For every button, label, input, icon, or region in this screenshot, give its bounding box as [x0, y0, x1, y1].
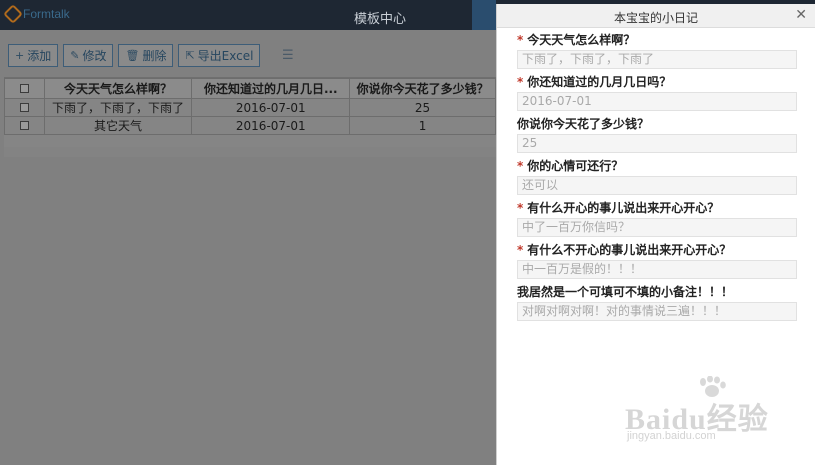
form-field-unhappy: * 有什么不开心的事儿说出来开心开心？ 中一百万是假的！！！ [517, 243, 797, 279]
required-marker: * [517, 75, 524, 89]
nav-active-tab[interactable] [472, 0, 496, 30]
trash-icon: 🗑 [125, 49, 140, 62]
row-select-cell[interactable] [4, 116, 45, 135]
field-label: * 你还知道过的几月几日吗？ [517, 75, 795, 90]
edit-button-label: 修改 [82, 49, 107, 63]
records-table: 今天天气怎么样啊？ 你还知道过的几月几日... 你说你今天花了多少钱？ 下雨了，… [4, 78, 496, 135]
table-cell: 其它天气 [43, 116, 193, 135]
form-field-note: 我居然是一个可填可不填的小备注！！！ 对啊对啊对啊！对的事情说三遍！！！ [517, 285, 797, 321]
form-field-mood: * 你的心情可还行？ 还可以 [517, 159, 797, 195]
form-field-spending: 你说你今天花了多少钱？ 25 [517, 117, 797, 153]
add-button-label: 添加 [27, 49, 52, 63]
field-label-text: 有什么不开心的事儿说出来开心开心？ [527, 243, 732, 257]
table-cell: 2016-07-01 [191, 116, 351, 135]
column-header[interactable]: 今天天气怎么样啊？ [43, 78, 193, 99]
form-field-date: * 你还知道过的几月几日吗？ 2016-07-01 [517, 75, 797, 111]
required-marker: * [517, 33, 524, 47]
form-field-happy: * 有什么开心的事儿说出来开心开心？ 中了一百万你信吗？ [517, 201, 797, 237]
edit-button[interactable]: ✎ 修改 [63, 44, 114, 67]
field-label: * 有什么不开心的事儿说出来开心开心？ [517, 243, 795, 258]
field-label-text: 我居然是一个可填可不填的小备注！！！ [517, 285, 734, 299]
export-excel-button[interactable]: ⇱ 导出Excel [178, 44, 261, 67]
diary-form: * 今天天气怎么样啊？ 下雨了，下雨了，下雨了 * 你还知道过的几月几日吗？ 201… [497, 28, 815, 321]
table-cell: 2016-07-01 [191, 98, 351, 117]
note-input[interactable]: 对啊对啊对啊！对的事情说三遍！！！ [517, 302, 797, 321]
logo-icon [3, 4, 23, 24]
field-label-text: 你说你今天花了多少钱？ [517, 117, 650, 131]
form-field-weather: * 今天天气怎么样啊？ 下雨了，下雨了，下雨了 [517, 33, 797, 69]
nav-template-center[interactable]: 模板中心 [320, 8, 440, 27]
export-button-label: 导出Excel [197, 49, 254, 63]
spending-input[interactable]: 25 [517, 134, 797, 153]
baidu-watermark: Baidu经验 jingyan.baidu.com [625, 376, 775, 448]
date-input[interactable]: 2016-07-01 [517, 92, 797, 111]
dialog-title: 本宝宝的小日记 [613, 11, 698, 25]
mood-input[interactable]: 还可以 [517, 176, 797, 195]
table-cell: 25 [349, 98, 496, 117]
field-label-text: 你的心情可还行？ [527, 159, 624, 173]
row-checkbox[interactable] [19, 102, 29, 112]
required-marker: * [517, 243, 524, 257]
row-checkbox[interactable] [19, 120, 29, 130]
record-toolbar: + 添加 ✎ 修改 🗑 删除 ⇱ 导出Excel [8, 44, 261, 67]
delete-button-label: 删除 [142, 49, 167, 63]
table-cell: 1 [349, 116, 496, 135]
add-button[interactable]: + 添加 [8, 44, 59, 67]
table-header-row: 今天天气怎么样啊？ 你还知道过的几月几日... 你说你今天花了多少钱？ [4, 78, 496, 99]
export-icon: ⇱ [185, 49, 195, 62]
row-select-cell[interactable] [4, 98, 45, 117]
field-label: 我居然是一个可填可不填的小备注！！！ [517, 285, 795, 300]
required-marker: * [517, 201, 524, 215]
close-icon[interactable]: ✕ [795, 7, 807, 23]
field-label: * 你的心情可还行？ [517, 159, 795, 174]
delete-button[interactable]: 🗑 删除 [118, 44, 174, 67]
grid-footer [4, 147, 496, 157]
field-label: * 今天天气怎么样啊？ [517, 33, 795, 48]
list-icon[interactable]: ☰ [282, 48, 294, 63]
field-label-text: 你还知道过的几月几日吗？ [527, 75, 672, 89]
table-row[interactable]: 其它天气 2016-07-01 1 [4, 116, 496, 135]
plus-icon: + [15, 49, 25, 62]
field-label-text: 有什么开心的事儿说出来开心开心？ [527, 201, 720, 215]
data-grid: 今天天气怎么样啊？ 你还知道过的几月几日... 你说你今天花了多少钱？ 下雨了，… [4, 77, 496, 147]
unhappy-input[interactable]: 中一百万是假的！！！ [517, 260, 797, 279]
field-label-text: 今天天气怎么样啊？ [527, 33, 636, 47]
app-logo[interactable]: Formtalk [3, 4, 70, 24]
required-marker: * [517, 159, 524, 173]
field-label: * 有什么开心的事儿说出来开心开心？ [517, 201, 795, 216]
field-label: 你说你今天花了多少钱？ [517, 117, 795, 132]
table-cell: 下雨了，下雨了，下雨了 [43, 98, 193, 117]
select-all-checkbox[interactable] [19, 83, 29, 93]
column-header[interactable]: 你还知道过的几月几日... [191, 78, 351, 99]
weather-input[interactable]: 下雨了，下雨了，下雨了 [517, 50, 797, 69]
happy-input[interactable]: 中了一百万你信吗？ [517, 218, 797, 237]
dialog-header: 本宝宝的小日记 ✕ [497, 4, 815, 28]
pencil-icon: ✎ [70, 49, 80, 62]
logo-text: Formtalk [23, 7, 70, 21]
column-header[interactable]: 你说你今天花了多少钱？ [349, 78, 496, 99]
select-all-cell[interactable] [4, 78, 45, 99]
table-row[interactable]: 下雨了，下雨了，下雨了 2016-07-01 25 [4, 98, 496, 117]
watermark-url: jingyan.baidu.com [627, 430, 716, 442]
